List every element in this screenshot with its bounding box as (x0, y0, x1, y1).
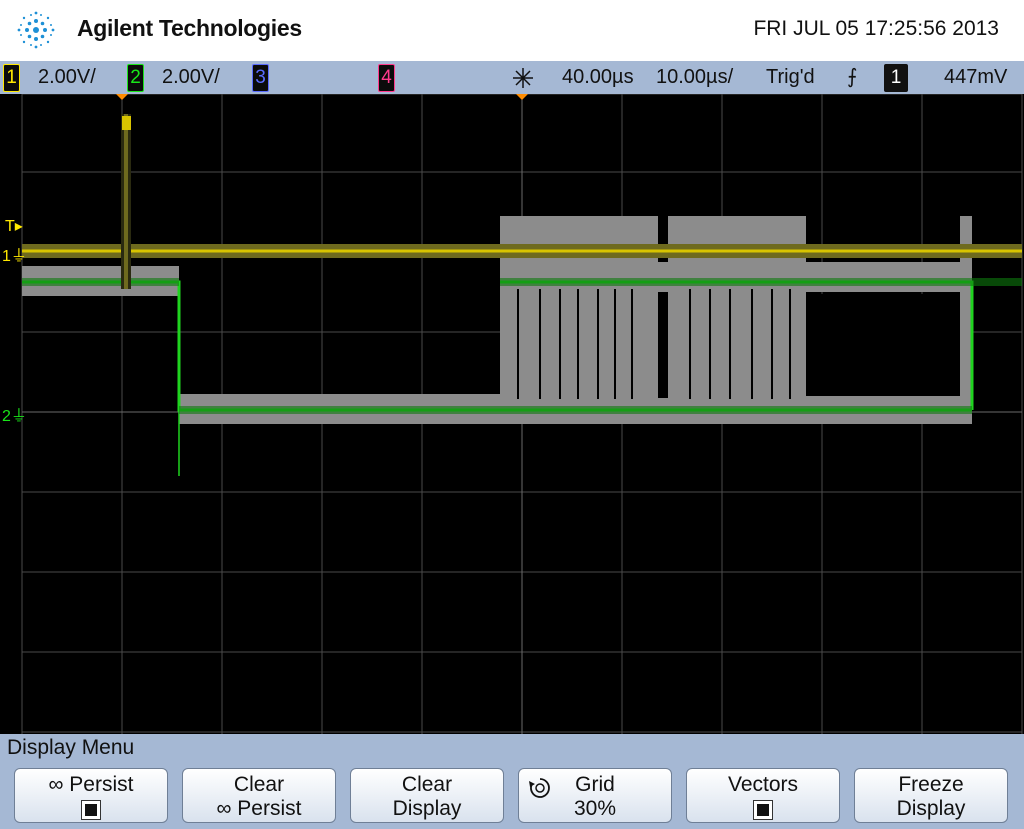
freeze-display-line2: Display (896, 797, 966, 820)
trigger-level: 447mV (944, 66, 1008, 88)
menu-title: Display Menu (7, 736, 135, 759)
header: Agilent Technologies FRI JUL 05 17:25:56… (0, 0, 1024, 61)
checkbox-checked-icon (81, 799, 101, 820)
clear-display-softkey[interactable]: Clear Display (350, 768, 504, 823)
vectors-label: Vectors (727, 773, 799, 796)
vectors-softkey[interactable]: Vectors (686, 768, 840, 823)
trigger-state: Trig'd (766, 66, 815, 88)
trigger-level-marker[interactable]: T▸ (5, 216, 23, 236)
clear-display-line2: Display (392, 797, 462, 820)
clear-persist-softkey[interactable]: Clear ∞ Persist (182, 768, 336, 823)
persist-softkey[interactable]: ∞ Persist (14, 768, 168, 823)
clear-display-line1: Clear (401, 773, 453, 796)
clear-persist-line1: Clear (233, 773, 285, 796)
horizontal-delay-icon (513, 68, 533, 88)
agilent-spark-logo-icon (17, 11, 55, 49)
delay-reference-marker[interactable] (516, 94, 528, 100)
channel-1-badge[interactable]: 1 (3, 64, 20, 92)
brand-name: Agilent Technologies (77, 15, 302, 41)
channel-1-scale: 2.00V/ (38, 66, 96, 88)
status-bar: 1 2.00V/ 2 2.00V/ 3 4 40.00µs 10.00µs/ T… (0, 61, 1024, 94)
trigger-position-marker[interactable] (116, 94, 128, 100)
time-delay: 40.00µs (562, 66, 634, 88)
channel-2-ground-marker[interactable]: 2⏚ (2, 402, 27, 426)
rotary-knob-icon (529, 778, 550, 798)
channel-2-scale: 2.00V/ (162, 66, 220, 88)
clear-persist-line2: ∞ Persist (216, 797, 302, 820)
rising-edge-icon: ⨍ (847, 66, 858, 88)
channel-2-badge[interactable]: 2 (127, 64, 144, 92)
channel-4-badge[interactable]: 4 (378, 64, 395, 92)
persist-label: ∞ Persist (48, 773, 134, 796)
channel-1-ground-marker[interactable]: 1⏚ (2, 242, 27, 266)
waveform-display[interactable]: T▸ 1⏚ 2⏚ (0, 94, 1024, 734)
trigger-source-badge[interactable]: 1 (884, 64, 908, 92)
checkbox-checked-icon (753, 799, 773, 820)
grid-softkey[interactable]: Grid 30% (518, 768, 672, 823)
waveform-graticule (21, 94, 1023, 734)
time-scale: 10.00µs/ (656, 66, 734, 88)
channel-3-badge[interactable]: 3 (252, 64, 269, 92)
freeze-display-line1: Freeze (898, 773, 964, 796)
date-time: FRI JUL 05 17:25:56 2013 (753, 17, 999, 40)
freeze-display-softkey[interactable]: Freeze Display (854, 768, 1008, 823)
